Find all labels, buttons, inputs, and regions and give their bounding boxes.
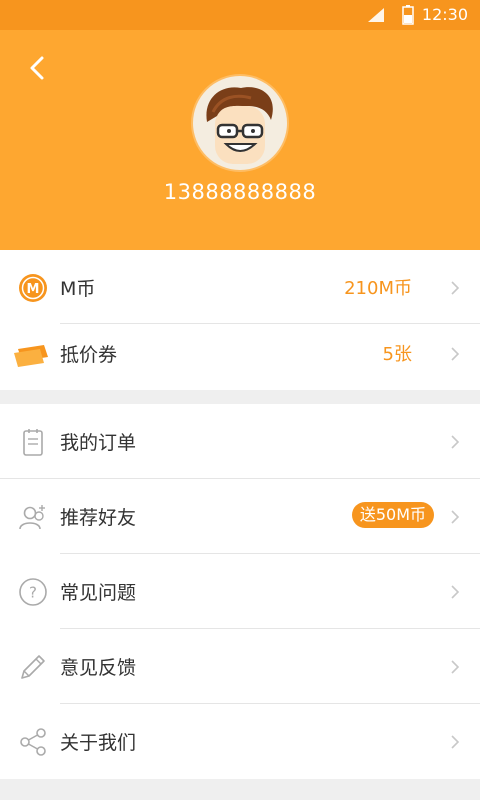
feedback-row[interactable]: 意见反馈 <box>0 629 480 703</box>
chevron-right-icon <box>451 347 460 361</box>
m-coin-icon: M <box>19 274 47 302</box>
m-coin-value: 210M币 <box>344 278 412 299</box>
chevron-right-icon <box>451 735 460 749</box>
phone-number: 13888888888 <box>163 180 317 204</box>
chevron-right-icon <box>451 281 460 295</box>
chevron-right-icon <box>451 660 460 674</box>
status-time: 12:30 <box>421 5 468 24</box>
cartoon-avatar-icon <box>206 87 273 164</box>
invite-label: 推荐好友 <box>60 507 137 529</box>
back-arrow-icon <box>30 56 44 80</box>
profile-header: 13888888888 <box>0 30 480 250</box>
signal-icon <box>368 8 384 22</box>
svg-text:M: M <box>27 282 40 297</box>
invite-row[interactable]: 推荐好友 送50M币 <box>0 479 480 553</box>
chevron-right-icon <box>451 585 460 599</box>
avatar[interactable] <box>193 76 287 170</box>
invite-reward-badge: 送50M币 <box>351 502 434 528</box>
faq-label: 常见问题 <box>60 582 137 604</box>
voucher-value: 5张 <box>382 344 412 365</box>
chevron-right-icon <box>451 510 460 524</box>
chevron-right-icon <box>451 435 460 449</box>
m-coin-label: M币 <box>60 278 96 300</box>
share-icon <box>20 728 46 756</box>
pencil-icon <box>21 655 45 679</box>
feedback-label: 意见反馈 <box>60 657 137 679</box>
status-bar: 12:30 <box>0 0 480 30</box>
about-label: 关于我们 <box>60 732 137 754</box>
m-coin-row[interactable]: M M币 210M币 <box>0 250 480 324</box>
voucher-row[interactable]: 抵价券 5张 <box>0 316 480 390</box>
back-button[interactable] <box>22 52 54 84</box>
faq-row[interactable]: ? 常见问题 <box>0 554 480 628</box>
wallet-section: M M币 210M币 抵价券 5张 <box>0 250 480 390</box>
menu-section: 我的订单 推荐好友 送50M币 ? 常见问题 意见反馈 关于我们 <box>0 404 480 779</box>
orders-row[interactable]: 我的订单 <box>0 404 480 478</box>
battery-icon <box>402 5 414 25</box>
clipboard-icon <box>23 429 43 456</box>
question-icon: ? <box>19 578 47 606</box>
svg-text:?: ? <box>29 584 37 602</box>
orders-label: 我的订单 <box>60 432 137 454</box>
ticket-icon <box>14 345 48 367</box>
add-friend-icon <box>19 505 45 530</box>
about-row[interactable]: 关于我们 <box>0 704 480 778</box>
voucher-label: 抵价券 <box>60 344 118 366</box>
